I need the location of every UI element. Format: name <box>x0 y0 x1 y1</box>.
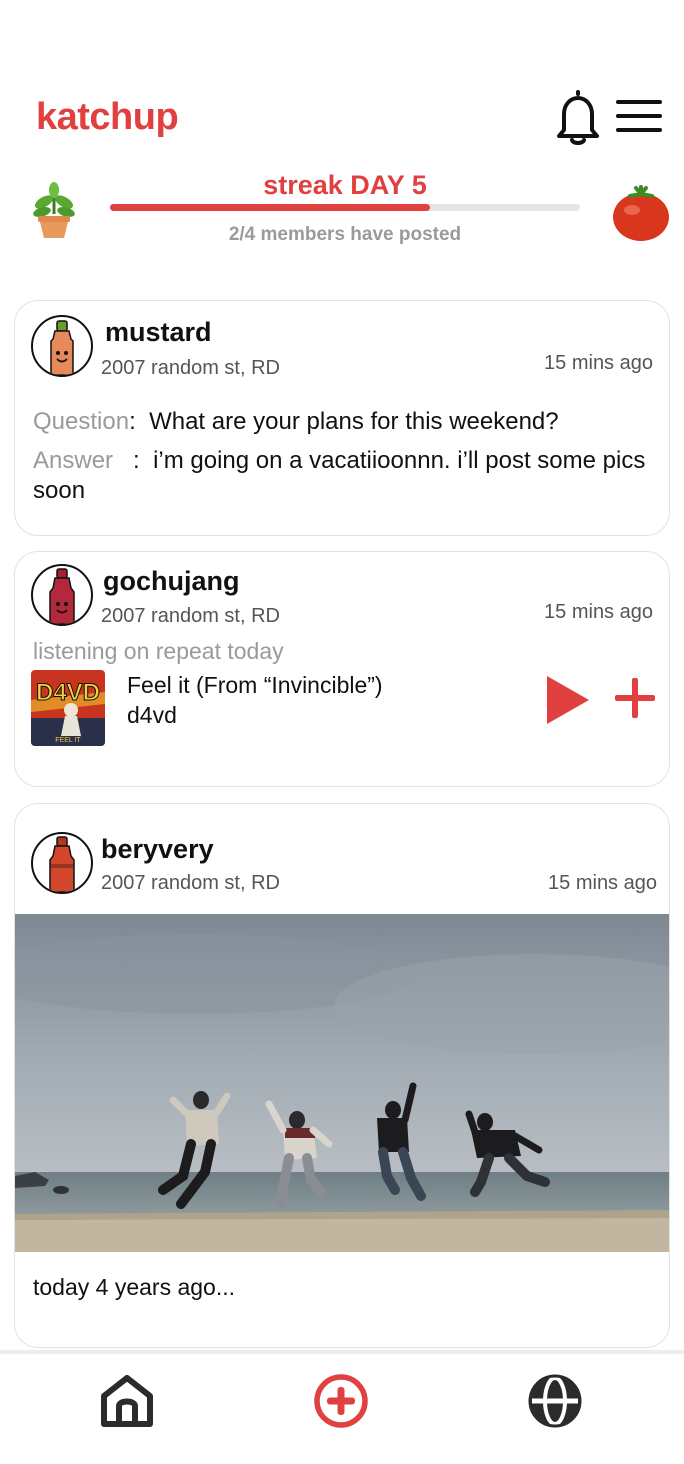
post-address: 2007 random st, RD <box>101 872 280 894</box>
streak-progress-track <box>110 204 580 211</box>
question-text: What are your plans for this weekend? <box>149 408 559 435</box>
mustard-bottle-icon <box>50 320 74 375</box>
globe-icon[interactable] <box>526 1372 584 1430</box>
album-art[interactable]: D4VD FEEL IT <box>31 670 105 746</box>
gochujang-bottle-icon <box>49 568 75 624</box>
music-caption: listening on repeat today <box>33 638 284 664</box>
streak-panel: streak DAY 5 2/4 members have posted <box>0 168 684 258</box>
post-username[interactable]: beryvery <box>101 834 214 865</box>
post-address: 2007 random st, RD <box>101 357 280 379</box>
tomato-icon <box>613 185 669 241</box>
app-header: katchup <box>0 0 684 160</box>
song-title: Feel it (From “Invincible”) <box>127 672 383 698</box>
post-time: 15 mins ago <box>544 352 653 374</box>
streak-progress-fill <box>110 204 430 211</box>
add-to-playlist-icon[interactable] <box>613 676 657 720</box>
streak-subtitle: 2/4 members have posted <box>228 224 462 245</box>
post-address: 2007 random st, RD <box>101 605 280 627</box>
post-username[interactable]: gochujang <box>103 566 240 597</box>
menu-icon[interactable] <box>614 96 664 136</box>
answer-row: Answer : i’m going on a vacatiioonnn. i’… <box>33 446 653 506</box>
album-art-subtitle: FEEL IT <box>55 737 81 744</box>
add-post-icon[interactable] <box>312 1372 370 1430</box>
avatar[interactable] <box>31 564 93 626</box>
play-icon[interactable] <box>545 674 591 726</box>
potted-plant-icon <box>33 182 75 238</box>
bottom-nav <box>0 1350 684 1464</box>
avatar[interactable] <box>31 832 93 894</box>
answer-text: i’m going on a vacatiioonnn. i’ll post s… <box>33 447 646 504</box>
question-separator: : <box>129 408 136 435</box>
avatar[interactable] <box>31 315 93 377</box>
album-art-title: D4VD <box>36 679 100 706</box>
song-artist: d4vd <box>127 702 177 728</box>
answer-separator: : <box>133 447 140 474</box>
answer-label: Answer <box>33 447 114 474</box>
post-photo[interactable] <box>15 914 670 1252</box>
app-logo: katchup <box>36 96 179 138</box>
post-time: 15 mins ago <box>544 601 653 623</box>
post-card-qa[interactable]: mustard 2007 random st, RD 15 mins ago Q… <box>14 300 670 536</box>
post-card-photo[interactable]: beryvery 2007 random st, RD 15 mins ago <box>14 803 670 1348</box>
post-username[interactable]: mustard <box>105 317 212 348</box>
post-card-music[interactable]: gochujang 2007 random st, RD 15 mins ago… <box>14 551 670 787</box>
question-row: Question: What are your plans for this w… <box>33 407 653 437</box>
post-time: 15 mins ago <box>548 872 657 894</box>
beryvery-bottle-icon <box>49 836 75 892</box>
streak-title: streak DAY 5 <box>263 170 427 200</box>
home-icon[interactable] <box>98 1372 156 1430</box>
photo-caption: today 4 years ago... <box>33 1274 236 1300</box>
bell-icon[interactable] <box>554 88 602 146</box>
question-label: Question <box>33 408 130 435</box>
